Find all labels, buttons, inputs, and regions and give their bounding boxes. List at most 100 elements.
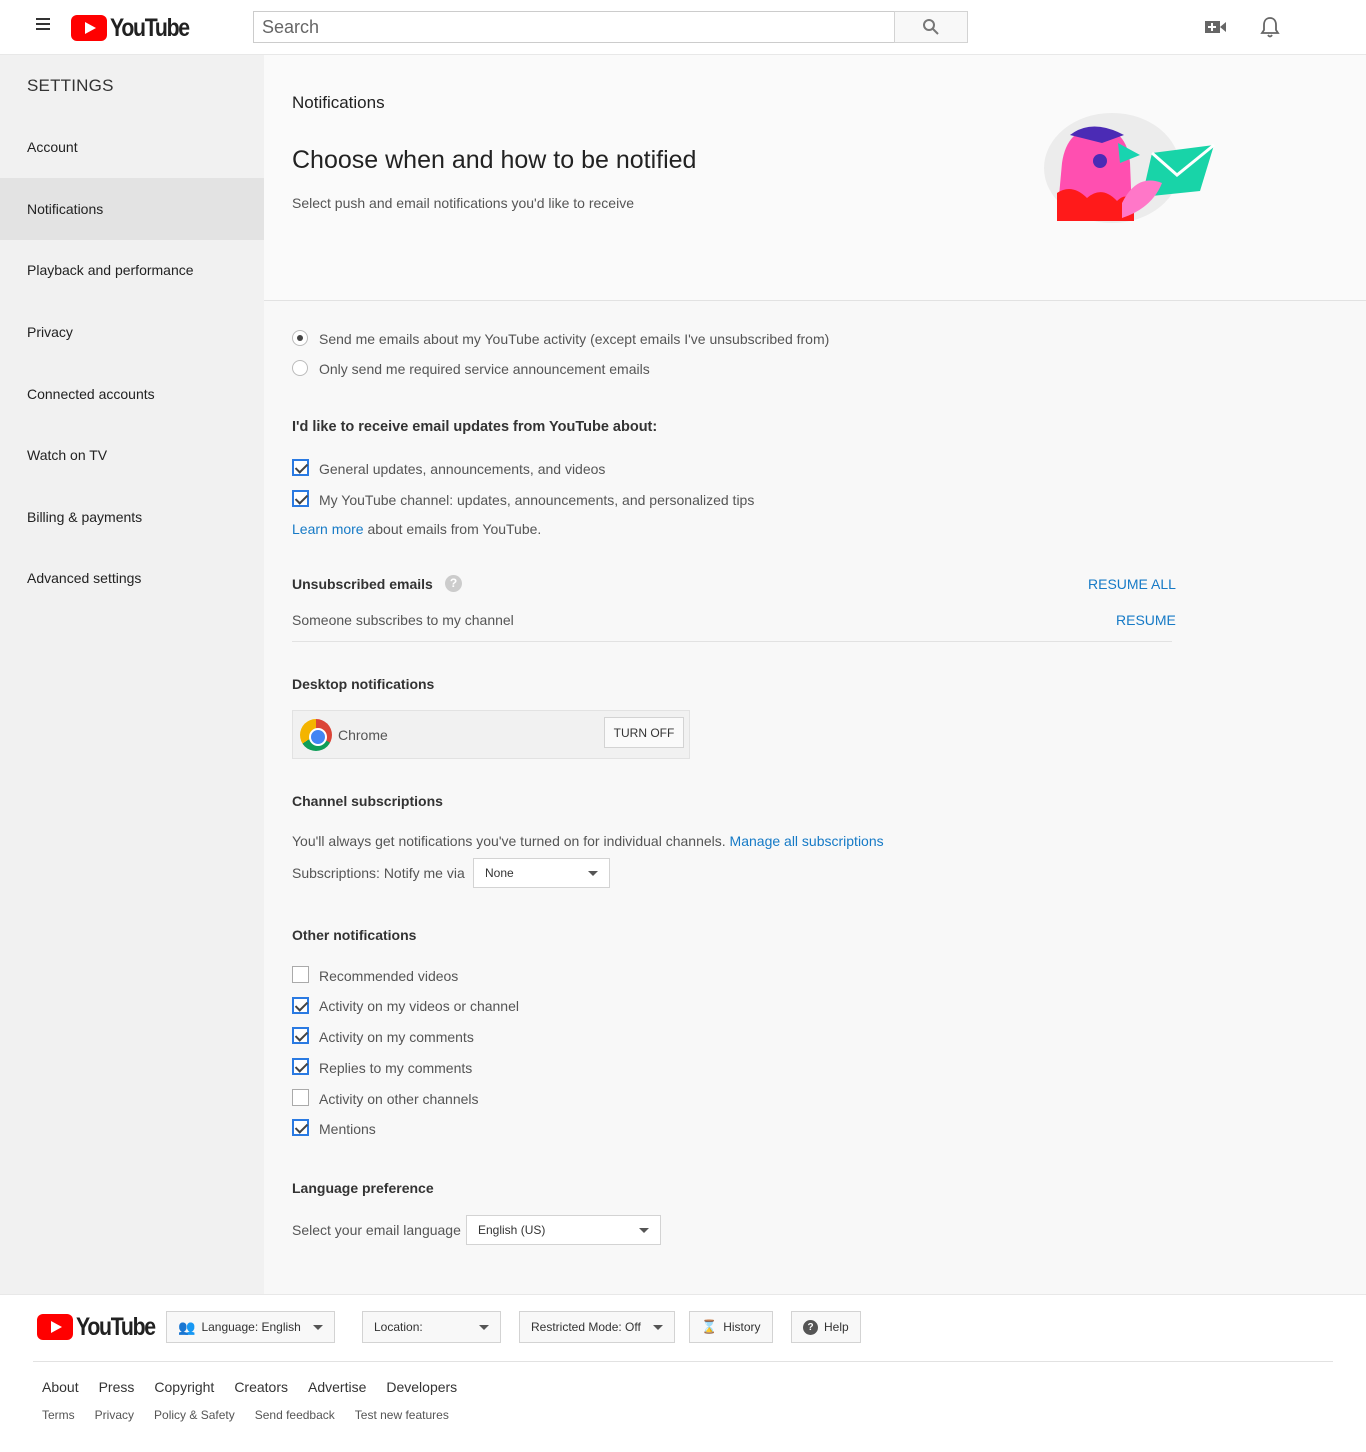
sidebar-item-advanced[interactable]: Advanced settings bbox=[0, 547, 264, 609]
turn-off-button[interactable]: TURN OFF bbox=[604, 717, 684, 748]
sidebar-title: SETTINGS bbox=[27, 76, 114, 95]
checkbox-mentions[interactable] bbox=[292, 1119, 309, 1136]
bell-icon[interactable] bbox=[1257, 14, 1283, 40]
footer-primary-links: About Press Copyright Creators Advertise… bbox=[42, 1379, 457, 1395]
unsubscribed-item: Someone subscribes to my channel bbox=[292, 612, 514, 628]
footer-link-copyright[interactable]: Copyright bbox=[154, 1379, 214, 1395]
checkbox-recommended-videos[interactable] bbox=[292, 966, 309, 983]
checkbox-label-activity-comments: Activity on my comments bbox=[319, 1029, 474, 1045]
youtube-play-icon bbox=[71, 15, 107, 41]
history-button-label: History bbox=[723, 1320, 761, 1334]
page-subtitle: Select push and email notifications you'… bbox=[292, 195, 634, 211]
footer: YouTube 👥 Language: English Location: Re… bbox=[0, 1294, 1366, 1452]
notify-via-select[interactable]: None bbox=[473, 858, 610, 888]
settings-sidebar: SETTINGS Account Notifications Playback … bbox=[0, 55, 264, 1294]
youtube-logo[interactable]: YouTube bbox=[71, 14, 203, 42]
language-heading: Language preference bbox=[292, 1180, 434, 1196]
video-camera-plus-icon[interactable] bbox=[1203, 14, 1229, 40]
youtube-play-icon bbox=[37, 1314, 73, 1340]
sidebar-item-connected-accounts[interactable]: Connected accounts bbox=[0, 363, 264, 425]
history-button[interactable]: ⌛ History bbox=[689, 1311, 773, 1343]
checkbox-label-general-updates: General updates, announcements, and vide… bbox=[319, 461, 606, 477]
learn-more-rest: about emails from YouTube. bbox=[363, 521, 542, 537]
radio-required-only[interactable] bbox=[292, 360, 308, 376]
other-notifications-heading: Other notifications bbox=[292, 927, 417, 943]
footer-secondary-links: Terms Privacy Policy & Safety Send feedb… bbox=[42, 1408, 449, 1422]
radio-label-send-activity: Send me emails about my YouTube activity… bbox=[319, 331, 830, 347]
notify-via-label: Subscriptions: Notify me via bbox=[292, 865, 465, 881]
checkbox-label-recommended: Recommended videos bbox=[319, 968, 459, 984]
checkbox-activity-comments[interactable] bbox=[292, 1027, 309, 1044]
restricted-mode-button[interactable]: Restricted Mode: Off bbox=[519, 1311, 675, 1343]
sidebar-item-notifications[interactable]: Notifications bbox=[0, 178, 264, 240]
checkbox-other-channels[interactable] bbox=[292, 1089, 309, 1106]
learn-more-link[interactable]: Learn more bbox=[292, 521, 364, 537]
page-title: Choose when and how to be notified bbox=[292, 146, 697, 174]
footer-link-terms[interactable]: Terms bbox=[42, 1408, 75, 1422]
footer-logo-text: YouTube bbox=[76, 1312, 156, 1341]
chevron-down-icon bbox=[652, 1324, 663, 1330]
chevron-down-icon bbox=[312, 1324, 323, 1330]
checkbox-label-channel-updates: My YouTube channel: updates, announcemen… bbox=[319, 492, 755, 508]
footer-link-test-features[interactable]: Test new features bbox=[355, 1408, 449, 1422]
sidebar-item-playback[interactable]: Playback and performance bbox=[0, 239, 264, 301]
footer-divider bbox=[33, 1361, 1333, 1362]
sidebar-item-account[interactable]: Account bbox=[0, 116, 264, 178]
browser-name: Chrome bbox=[338, 727, 388, 743]
footer-link-creators[interactable]: Creators bbox=[234, 1379, 288, 1395]
help-icon[interactable]: ? bbox=[445, 575, 462, 592]
checkbox-label-replies: Replies to my comments bbox=[319, 1060, 473, 1076]
sidebar-item-billing[interactable]: Billing & payments bbox=[0, 486, 264, 548]
checkbox-general-updates[interactable] bbox=[292, 459, 309, 476]
checkbox-replies[interactable] bbox=[292, 1058, 309, 1075]
chevron-down-icon bbox=[479, 1324, 489, 1330]
checkbox-channel-updates[interactable] bbox=[292, 490, 309, 507]
footer-link-about[interactable]: About bbox=[42, 1379, 79, 1395]
footer-link-advertise[interactable]: Advertise bbox=[308, 1379, 366, 1395]
search-input[interactable]: Search bbox=[253, 11, 895, 43]
hourglass-icon: ⌛ bbox=[701, 1319, 718, 1334]
checkbox-label-activity-videos: Activity on my videos or channel bbox=[319, 998, 519, 1014]
email-updates-heading: I'd like to receive email updates from Y… bbox=[292, 419, 658, 435]
search-icon bbox=[923, 19, 939, 35]
language-button-label: Language: English bbox=[201, 1320, 301, 1334]
bird-envelope-illustration bbox=[1044, 113, 1215, 223]
language-button[interactable]: 👥 Language: English bbox=[166, 1311, 335, 1343]
learn-more-text: Learn more about emails from YouTube. bbox=[292, 521, 541, 537]
checkbox-label-other-channels: Activity on other channels bbox=[319, 1091, 479, 1107]
notify-via-value: None bbox=[485, 866, 514, 880]
footer-link-press[interactable]: Press bbox=[99, 1379, 135, 1395]
channel-subs-description: You'll always get notifications you've t… bbox=[292, 833, 726, 849]
masthead: YouTube Search bbox=[0, 0, 1366, 55]
footer-link-privacy[interactable]: Privacy bbox=[95, 1408, 134, 1422]
location-button-label: Location: bbox=[374, 1320, 423, 1334]
chevron-down-icon bbox=[588, 871, 598, 876]
resume-button[interactable]: RESUME bbox=[1116, 612, 1176, 628]
resume-all-button[interactable]: RESUME ALL bbox=[1088, 576, 1176, 592]
manage-subscriptions-link[interactable]: Manage all subscriptions bbox=[730, 833, 884, 849]
hamburger-icon[interactable] bbox=[36, 18, 54, 36]
email-language-select[interactable]: English (US) bbox=[466, 1215, 661, 1245]
section-label: Notifications bbox=[292, 93, 385, 112]
footer-link-send-feedback[interactable]: Send feedback bbox=[255, 1408, 335, 1422]
channel-subs-heading: Channel subscriptions bbox=[292, 793, 443, 809]
people-icon: 👥 bbox=[178, 1318, 196, 1335]
checkbox-label-mentions: Mentions bbox=[319, 1121, 376, 1137]
search-button[interactable] bbox=[894, 11, 968, 43]
settings-header: Notifications Choose when and how to be … bbox=[264, 55, 1366, 301]
sidebar-item-privacy[interactable]: Privacy bbox=[0, 301, 264, 363]
main-content: Notifications Choose when and how to be … bbox=[264, 55, 1366, 1294]
logo-text: YouTube bbox=[110, 13, 190, 42]
email-language-value: English (US) bbox=[478, 1223, 546, 1237]
footer-link-policy-safety[interactable]: Policy & Safety bbox=[154, 1408, 235, 1422]
help-button[interactable]: ? Help bbox=[791, 1311, 861, 1343]
footer-link-developers[interactable]: Developers bbox=[386, 1379, 457, 1395]
radio-send-activity-emails[interactable] bbox=[292, 330, 308, 346]
desktop-heading: Desktop notifications bbox=[292, 676, 435, 692]
chevron-down-icon bbox=[639, 1228, 649, 1233]
sidebar-item-watch-on-tv[interactable]: Watch on TV bbox=[0, 424, 264, 486]
email-language-label: Select your email language bbox=[292, 1222, 461, 1238]
footer-youtube-logo[interactable]: YouTube bbox=[37, 1313, 169, 1341]
checkbox-activity-videos[interactable] bbox=[292, 997, 309, 1014]
location-button[interactable]: Location: bbox=[362, 1311, 501, 1343]
